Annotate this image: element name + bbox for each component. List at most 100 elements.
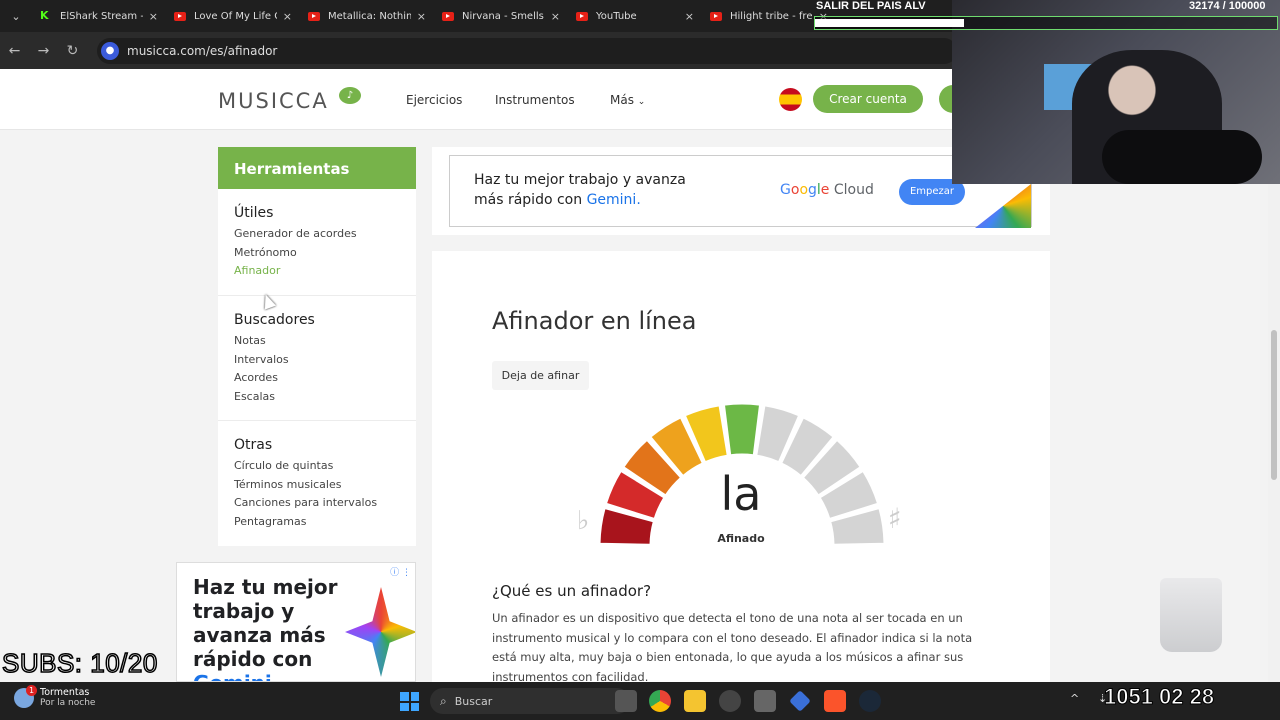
glass-overlay-image bbox=[1160, 578, 1222, 652]
nav-mas-label: Más bbox=[610, 93, 634, 107]
sidebar-item-chord-generator[interactable]: Generador de acordes bbox=[234, 225, 357, 244]
adchoices-icon[interactable]: ⓘ ⋮ bbox=[390, 565, 411, 578]
gauge-segment-active bbox=[723, 403, 761, 456]
url-text: musicca.com/es/afinador bbox=[127, 43, 278, 58]
browser-tab[interactable]: Nirvana - Smells L × bbox=[434, 0, 568, 32]
tab-search-icon[interactable]: ⌄ bbox=[0, 0, 32, 32]
sidebar-divider bbox=[218, 420, 416, 421]
file-explorer-icon[interactable] bbox=[684, 690, 706, 712]
youtube-icon bbox=[710, 11, 722, 21]
nav-mas[interactable]: Más ⌄ bbox=[610, 93, 645, 107]
google-cloud-logo: Google Cloud bbox=[780, 182, 874, 198]
sidebar-item-chords[interactable]: Acordes bbox=[234, 369, 315, 388]
ad-line2-prefix: más rápido con bbox=[474, 192, 587, 208]
weather-badge: 1 bbox=[26, 684, 37, 696]
taskbar-search[interactable]: ⌕ Buscar bbox=[430, 688, 630, 714]
page-title: Afinador en línea bbox=[492, 307, 697, 335]
obs-icon[interactable] bbox=[719, 690, 741, 712]
sidebar-title: Herramientas bbox=[218, 147, 416, 189]
sidebar-item-circle-of-fifths[interactable]: Círculo de quintas bbox=[234, 457, 377, 476]
side-ad-brand: Gemini bbox=[193, 671, 272, 681]
ad-content[interactable]: Haz tu mejor trabajo y avanza más rápido… bbox=[449, 155, 1032, 228]
tab-title: Hilight tribe - free bbox=[730, 10, 813, 22]
close-tab-icon[interactable]: × bbox=[417, 10, 426, 23]
sidebar-item-musical-terms[interactable]: Términos musicales bbox=[234, 476, 377, 495]
logo-note-icon: ♪ bbox=[339, 87, 361, 104]
nav-instrumentos[interactable]: Instrumentos bbox=[495, 93, 575, 107]
tab-title: Nirvana - Smells L bbox=[462, 10, 545, 22]
site-info-icon[interactable]: ● bbox=[101, 41, 119, 60]
steam-icon[interactable] bbox=[859, 690, 881, 712]
app-diamond-icon[interactable] bbox=[789, 690, 811, 712]
url-field[interactable]: ● musicca.com/es/afinador bbox=[97, 37, 957, 64]
close-tab-icon[interactable]: × bbox=[149, 10, 158, 23]
sidebar-item-metronome[interactable]: Metrónomo bbox=[234, 244, 357, 263]
musicca-logo[interactable]: MUSICCA bbox=[218, 89, 329, 113]
weather-widget[interactable]: 1 Tormentas Por la noche bbox=[14, 684, 96, 708]
ad-headline-line1: Haz tu mejor trabajo y avanza bbox=[474, 172, 686, 188]
sidebar-heading: Otras bbox=[234, 437, 273, 453]
side-ad-headline: Haz tu mejor trabajo y avanza más rápido… bbox=[193, 575, 338, 671]
sidebar-item-notes[interactable]: Notas bbox=[234, 332, 315, 351]
nav-ejercicios[interactable]: Ejercicios bbox=[406, 93, 462, 107]
close-tab-icon[interactable]: × bbox=[551, 10, 560, 23]
browser-tab[interactable]: Metallica: Nothing × bbox=[300, 0, 434, 32]
side-ad-banner[interactable]: ⓘ ⋮ Haz tu mejor trabajo y avanza más rá… bbox=[176, 562, 416, 682]
sidebar: Útiles Generador de acordes Metrónomo Af… bbox=[218, 189, 416, 546]
start-button-icon[interactable] bbox=[400, 692, 419, 711]
sidebar-item-intervals[interactable]: Intervalos bbox=[234, 351, 315, 370]
scrollbar-thumb[interactable] bbox=[1271, 330, 1277, 480]
sidebar-heading: Buscadores bbox=[234, 312, 315, 328]
weather-subtitle: Por la noche bbox=[40, 698, 96, 708]
tab-title: ElShark Stream - V bbox=[60, 10, 143, 22]
tab-title: Love Of My Life G bbox=[194, 10, 277, 22]
ad-headline-line2: más rápido con Gemini. bbox=[474, 192, 641, 208]
tuner-card: Afinador en línea Deja de afinar ♭ ♯ la … bbox=[432, 251, 1050, 684]
search-icon: ⌕ bbox=[440, 693, 447, 708]
sidebar-item-tuner[interactable]: Afinador bbox=[234, 262, 357, 281]
chrome-icon[interactable] bbox=[649, 690, 671, 712]
task-view-icon[interactable] bbox=[615, 690, 637, 712]
create-account-button[interactable]: Crear cuenta bbox=[813, 85, 923, 113]
sidebar-item-interval-songs[interactable]: Canciones para intervalos bbox=[234, 494, 377, 513]
storm-icon: 1 bbox=[14, 684, 37, 708]
windows-taskbar: 1 Tormentas Por la noche ⌕ Buscar ^ ⇣ bbox=[0, 682, 1280, 720]
sidebar-item-staves[interactable]: Pentagramas bbox=[234, 513, 377, 532]
browser-tab[interactable]: K ElShark Stream - V × bbox=[32, 0, 166, 32]
weather-title: Tormentas bbox=[40, 687, 90, 698]
ad-gemini-brand: Gemini. bbox=[586, 192, 641, 208]
stream-goal-bar bbox=[814, 16, 1278, 30]
spain-flag-icon[interactable] bbox=[779, 88, 802, 111]
settings-icon[interactable] bbox=[754, 690, 776, 712]
sidebar-divider bbox=[218, 295, 416, 296]
stream-clock-overlay: 1051 02 28 bbox=[1103, 684, 1215, 710]
tab-list: KElShark Stream - V×Love Of My Life G×Me… bbox=[32, 0, 836, 32]
gemini-star-icon bbox=[975, 184, 1031, 228]
forward-icon[interactable]: → bbox=[29, 43, 58, 59]
kick-icon: K bbox=[40, 9, 49, 22]
close-tab-icon[interactable]: × bbox=[685, 10, 694, 23]
youtube-icon bbox=[576, 11, 588, 21]
system-tray-chevron-icon[interactable]: ^ bbox=[1070, 692, 1079, 705]
back-icon[interactable]: ← bbox=[0, 43, 29, 59]
browser-tab[interactable]: YouTube × bbox=[568, 0, 702, 32]
reload-icon[interactable]: ↻ bbox=[58, 43, 87, 59]
sidebar-section-utiles: Útiles Generador de acordes Metrónomo Af… bbox=[234, 205, 357, 281]
gemini-star-icon bbox=[345, 587, 415, 677]
youtube-icon bbox=[174, 11, 186, 21]
browser-tab[interactable]: Love Of My Life G × bbox=[166, 0, 300, 32]
sidebar-section-otras: Otras Círculo de quintas Términos musica… bbox=[234, 437, 377, 531]
article-body: Un afinador es un dispositivo que detect… bbox=[492, 611, 973, 684]
chevron-down-icon: ⌄ bbox=[637, 97, 646, 107]
article-heading: ¿Qué es un afinador? bbox=[492, 582, 652, 600]
brave-icon[interactable] bbox=[824, 690, 846, 712]
webcam-guitar bbox=[1102, 130, 1262, 184]
stop-tuning-button[interactable]: Deja de afinar bbox=[492, 361, 589, 390]
tuning-status: Afinado bbox=[717, 532, 765, 545]
sidebar-heading: Útiles bbox=[234, 205, 274, 221]
sidebar-item-scales[interactable]: Escalas bbox=[234, 388, 315, 407]
side-ad-text: Haz tu mejor trabajo y avanza más rápido… bbox=[193, 575, 343, 681]
page-scrollbar[interactable] bbox=[1268, 130, 1280, 682]
subs-counter: SUBS: 10/20 bbox=[1, 647, 158, 679]
close-tab-icon[interactable]: × bbox=[283, 10, 292, 23]
